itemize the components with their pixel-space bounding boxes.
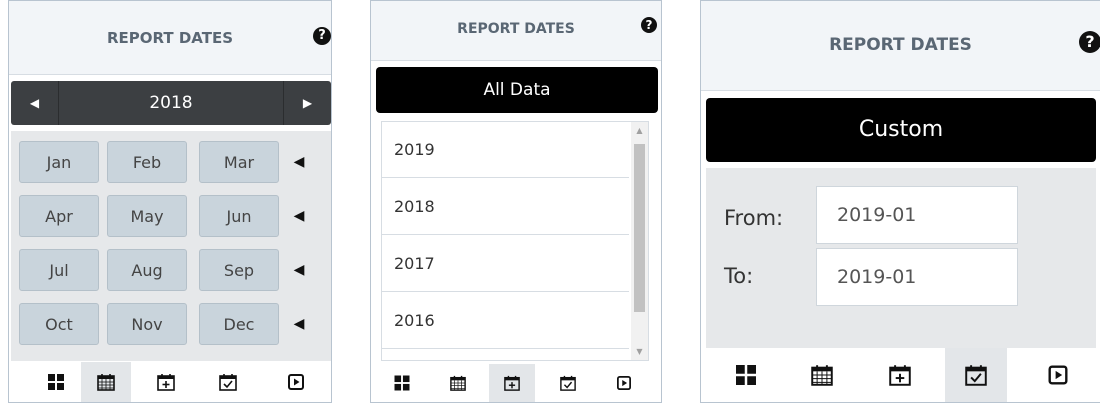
- report-dates-panel-years: REPORT DATES ? All Data 2019 2018 2017 2…: [370, 0, 662, 403]
- view-toolbar: [9, 362, 331, 402]
- calendar-icon: [97, 374, 115, 391]
- range-selector-button[interactable]: Custom: [706, 98, 1096, 162]
- calendar-icon: [811, 365, 833, 386]
- calendar-plus-icon: [157, 374, 175, 391]
- panel-header: REPORT DATES ?: [371, 1, 661, 61]
- to-date-field[interactable]: 2019-01: [816, 248, 1018, 306]
- month-button-feb[interactable]: Feb: [107, 141, 187, 183]
- add-range-view-button[interactable]: [489, 364, 535, 402]
- month-button-jun[interactable]: Jun: [199, 195, 279, 237]
- question-circle-icon[interactable]: ?: [641, 17, 657, 33]
- play-view-button[interactable]: [601, 364, 647, 402]
- calendar-check-icon: [965, 365, 987, 386]
- scroll-down-icon[interactable]: ▼: [631, 343, 648, 360]
- question-circle-icon[interactable]: ?: [1079, 31, 1100, 53]
- play-square-icon: [1048, 365, 1068, 385]
- custom-range-view-button[interactable]: [945, 348, 1007, 402]
- panel-title: REPORT DATES: [457, 21, 575, 37]
- play-square-icon: [288, 374, 304, 390]
- calendar-plus-icon: [504, 375, 520, 391]
- range-selector-button[interactable]: All Data: [376, 67, 658, 113]
- calendar-check-icon: [219, 374, 237, 391]
- list-item-year[interactable]: 2019: [382, 122, 629, 178]
- question-circle-icon[interactable]: ?: [313, 27, 331, 45]
- month-button-jul[interactable]: Jul: [19, 249, 99, 291]
- grid-view-button[interactable]: [715, 348, 777, 402]
- select-quarter-4-button[interactable]: ◀: [289, 303, 309, 345]
- month-button-apr[interactable]: Apr: [19, 195, 99, 237]
- view-toolbar: [701, 348, 1100, 402]
- current-year: 2018: [149, 93, 193, 113]
- year-navigator: ◀ 2018 ▶: [11, 81, 331, 125]
- month-view-button[interactable]: [81, 362, 131, 402]
- custom-range-view-button[interactable]: [545, 364, 591, 402]
- list-item-year[interactable]: 2016: [382, 293, 629, 349]
- next-year-button[interactable]: ▶: [283, 81, 331, 125]
- panel-header: REPORT DATES ?: [9, 1, 331, 75]
- report-dates-panel-custom: REPORT DATES ? Custom From: 2019-01 To: …: [700, 0, 1100, 403]
- month-button-mar[interactable]: Mar: [199, 141, 279, 183]
- grid-icon: [394, 375, 410, 391]
- month-button-may[interactable]: May: [107, 195, 187, 237]
- from-date-field[interactable]: 2019-01: [816, 186, 1018, 244]
- panel-title: REPORT DATES: [829, 35, 972, 55]
- custom-range-form: From: 2019-01 To: 2019-01: [706, 168, 1096, 348]
- list-item-year[interactable]: 2017: [382, 236, 629, 292]
- month-button-sep[interactable]: Sep: [199, 249, 279, 291]
- play-view-button[interactable]: [271, 362, 321, 402]
- scrollbar[interactable]: ▲ ▼: [631, 122, 648, 360]
- month-button-oct[interactable]: Oct: [19, 303, 99, 345]
- grid-view-button[interactable]: [31, 362, 81, 402]
- panel-title: REPORT DATES: [106, 29, 234, 47]
- from-label: From:: [724, 206, 784, 230]
- report-dates-panel-month: REPORT DATES ? ◀ 2018 ▶ Jan Feb Mar ◀ Ap…: [8, 0, 332, 403]
- year-list: 2019 2018 2017 2016 ▲ ▼: [381, 121, 649, 361]
- select-quarter-2-button[interactable]: ◀: [289, 195, 309, 237]
- month-button-aug[interactable]: Aug: [107, 249, 187, 291]
- scroll-up-icon[interactable]: ▲: [631, 122, 648, 139]
- play-square-icon: [617, 376, 631, 390]
- month-grid: Jan Feb Mar ◀ Apr May Jun ◀ Jul Aug Sep …: [11, 131, 331, 361]
- grid-icon: [48, 374, 64, 390]
- month-button-dec[interactable]: Dec: [199, 303, 279, 345]
- month-button-nov[interactable]: Nov: [107, 303, 187, 345]
- grid-icon: [736, 365, 756, 385]
- view-toolbar: [371, 364, 661, 402]
- scrollbar-thumb[interactable]: [634, 144, 645, 312]
- play-view-button[interactable]: [1027, 348, 1089, 402]
- previous-year-button[interactable]: ◀: [11, 81, 59, 125]
- calendar-check-icon: [560, 375, 576, 391]
- calendar-icon: [450, 375, 466, 391]
- month-view-button[interactable]: [791, 348, 853, 402]
- select-quarter-1-button[interactable]: ◀: [289, 141, 309, 183]
- to-label: To:: [724, 264, 754, 288]
- panel-header: REPORT DATES ?: [701, 1, 1100, 91]
- grid-view-button[interactable]: [379, 364, 425, 402]
- month-button-jan[interactable]: Jan: [19, 141, 99, 183]
- month-view-button[interactable]: [435, 364, 481, 402]
- calendar-plus-icon: [889, 365, 911, 386]
- list-item-year[interactable]: 2018: [382, 179, 629, 235]
- add-range-view-button[interactable]: [869, 348, 931, 402]
- custom-range-view-button[interactable]: [203, 362, 253, 402]
- add-range-view-button[interactable]: [141, 362, 191, 402]
- select-quarter-3-button[interactable]: ◀: [289, 249, 309, 291]
